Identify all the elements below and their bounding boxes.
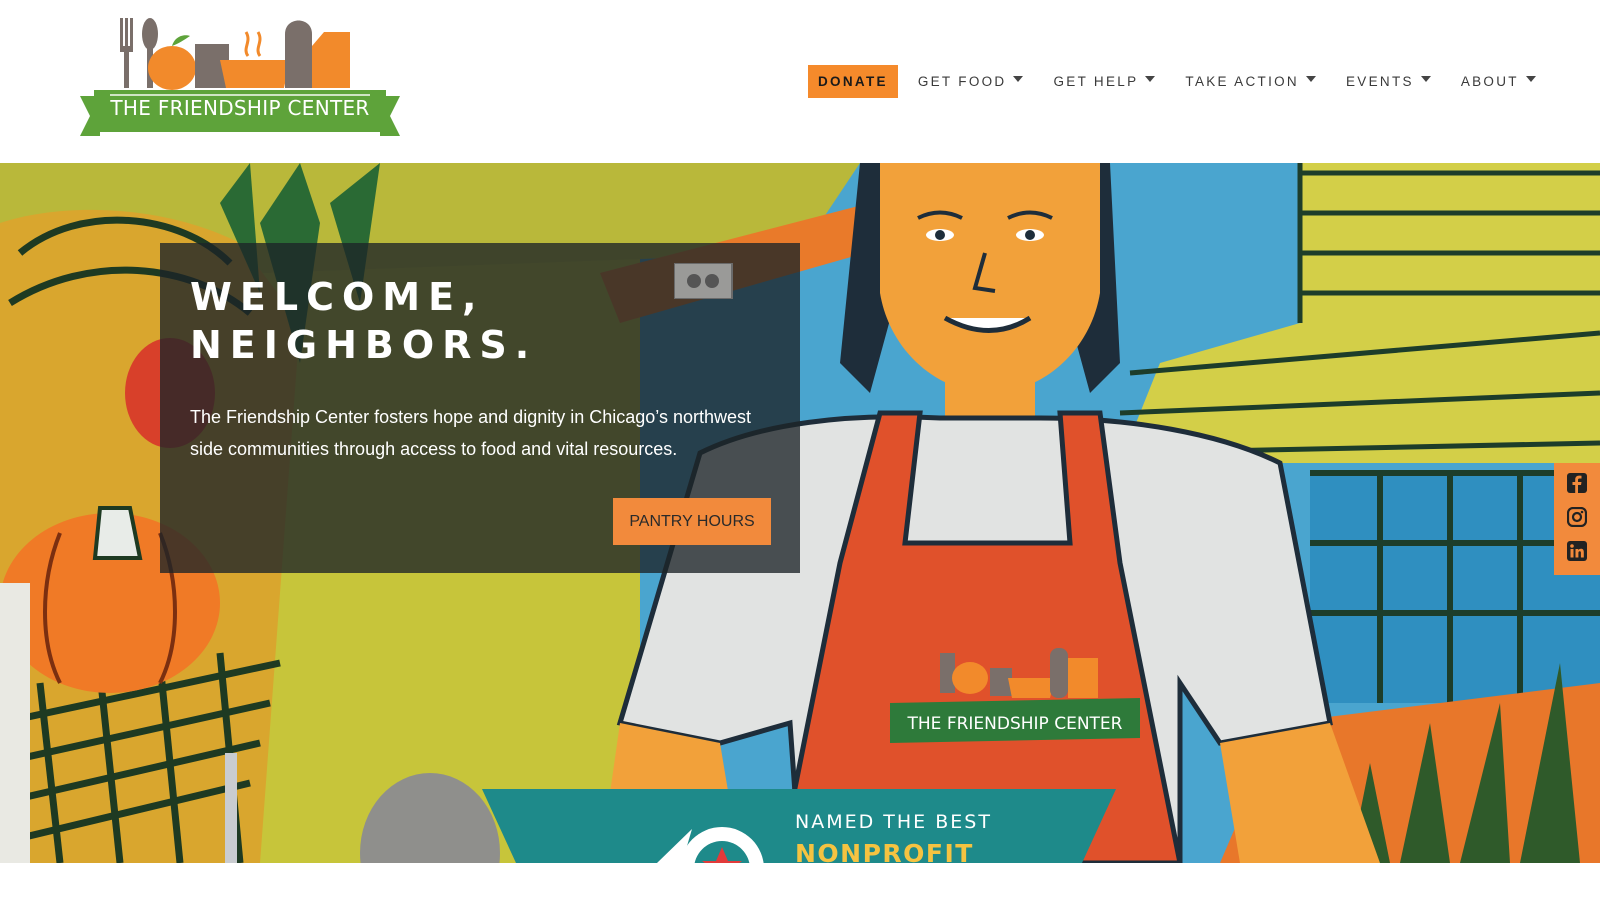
- nav-item-label: GET FOOD: [917, 73, 1007, 89]
- friendship-center-logo[interactable]: THE FRIENDSHIP CENTER: [80, 12, 400, 148]
- nav-item-take-action[interactable]: TAKE ACTION: [1185, 74, 1316, 89]
- chevron-down-icon: [1525, 76, 1536, 82]
- hero-title-line1: WELCOME,: [190, 275, 485, 319]
- nav-item-about[interactable]: ABOUT: [1461, 74, 1536, 89]
- facebook-icon[interactable]: [1567, 473, 1587, 493]
- hero-description: The Friendship Center fosters hope and d…: [190, 407, 751, 459]
- social-sidebar: [1554, 463, 1600, 575]
- nav-item-events[interactable]: EVENTS: [1346, 74, 1431, 89]
- chevron-down-icon: [1305, 76, 1316, 82]
- award-banner-line2: NONPROFIT: [795, 839, 974, 863]
- nav-item-get-help[interactable]: GET HELP: [1053, 73, 1156, 89]
- nav-item-label: ABOUT: [1460, 73, 1519, 89]
- award-banner[interactable]: NAMED THE BEST NONPROFIT: [482, 789, 1116, 863]
- chevron-down-icon: [1420, 76, 1431, 82]
- nav-item-get-food[interactable]: GET FOOD: [918, 74, 1024, 89]
- hero-title-line2: NEIGHBORS.: [190, 323, 538, 367]
- nav-item-label: GET HELP: [1053, 73, 1139, 89]
- nav-item-label: EVENTS: [1345, 73, 1414, 89]
- nav-item-label: TAKE ACTION: [1185, 73, 1299, 89]
- linkedin-icon[interactable]: [1567, 541, 1587, 561]
- logo-text: THE FRIENDSHIP CENTER: [110, 96, 370, 120]
- main-nav: DONATE GET FOOD GET HELP TAKE ACTION EVE…: [808, 64, 1536, 98]
- apron-logo-text: THE FRIENDSHIP CENTER: [907, 714, 1123, 734]
- pantry-hours-button[interactable]: PANTRY HOURS: [613, 498, 771, 545]
- hero-title: WELCOME, NEIGHBORS.: [190, 273, 537, 369]
- outlet-plate: [674, 263, 733, 299]
- instagram-icon[interactable]: [1567, 507, 1587, 527]
- page-bottom-strip: [0, 863, 1600, 900]
- hero-section: THE FRIENDSHIP CENTER WELCOME, NEIGHBORS…: [0, 163, 1600, 863]
- chevron-down-icon: [1145, 76, 1156, 82]
- chevron-down-icon: [1013, 76, 1024, 82]
- welcome-panel: WELCOME, NEIGHBORS. The Friendship Cente…: [160, 243, 800, 573]
- donate-button[interactable]: DONATE: [808, 64, 898, 98]
- award-banner-line1: NAMED THE BEST: [795, 811, 992, 833]
- logo-graphic: [80, 18, 400, 136]
- site-header: THE FRIENDSHIP CENTER DONATE GET FOOD GE…: [0, 0, 1600, 163]
